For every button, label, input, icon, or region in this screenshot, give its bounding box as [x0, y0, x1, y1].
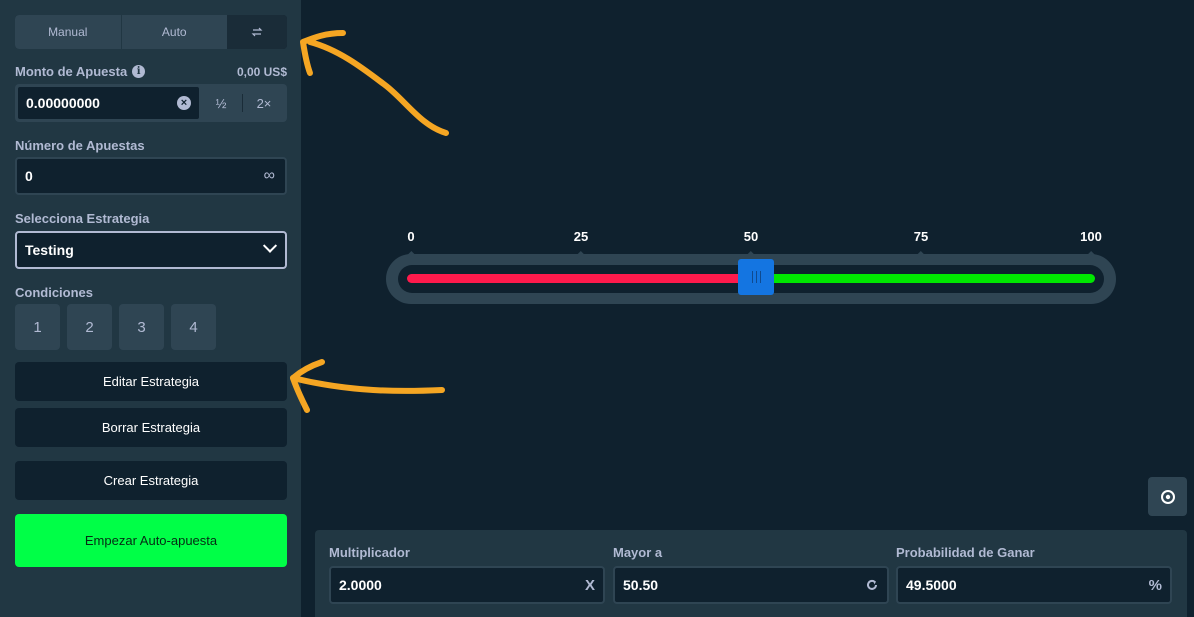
- strategy-label: Selecciona Estrategia: [15, 211, 150, 226]
- refresh-icon[interactable]: [865, 578, 879, 592]
- start-autobet-button[interactable]: Empezar Auto-apuesta: [15, 514, 287, 567]
- win-chance-label: Probabilidad de Ganar: [896, 545, 1035, 560]
- tick-label: 50: [744, 229, 758, 255]
- win-chance-input[interactable]: 49.5000 %: [896, 566, 1172, 604]
- tab-swap[interactable]: [227, 15, 287, 49]
- delete-strategy-button[interactable]: Borrar Estrategia: [15, 408, 287, 447]
- multiplier-value: 2.0000: [339, 577, 382, 593]
- num-bets-input[interactable]: 0 ∞: [15, 157, 287, 195]
- condition-button-1[interactable]: 1: [15, 304, 60, 350]
- swap-arrows-icon: [251, 27, 263, 37]
- double-button[interactable]: 2×: [243, 86, 285, 120]
- slider-handle[interactable]: [738, 259, 775, 295]
- win-chance-field: Probabilidad de Ganar 49.5000 %: [896, 545, 1172, 604]
- multiplier-label: Multiplicador: [329, 545, 410, 560]
- slider-lose-bar: [407, 274, 755, 283]
- slider-win-bar: [754, 274, 1095, 283]
- condition-button-2[interactable]: 2: [67, 304, 112, 350]
- sidebar: Manual Auto Monto de Apuesta i 0,00 US$ …: [0, 0, 301, 617]
- target-icon: [1160, 489, 1175, 504]
- conditions-label: Condiciones: [15, 285, 94, 300]
- percent-icon: %: [1148, 576, 1162, 594]
- condition-button-4[interactable]: 4: [171, 304, 216, 350]
- bet-amount-label-row: Monto de Apuesta i 0,00 US$: [15, 64, 287, 79]
- tick-label: 0: [406, 229, 415, 255]
- tick-label: 100: [1080, 229, 1102, 255]
- half-button[interactable]: ½: [200, 86, 242, 120]
- bet-balance: 0,00 US$: [236, 64, 287, 79]
- roll-over-field: Mayor a 50.50: [613, 545, 889, 604]
- arrow-annotation-middle: [290, 359, 445, 413]
- multiplier-field: Multiplicador 2.0000 X: [329, 545, 605, 604]
- roll-over-label: Mayor a: [613, 545, 663, 560]
- chevron-down-icon: [262, 238, 278, 253]
- tick-label: 75: [914, 229, 928, 255]
- conditions-row: 1 2 3 4: [15, 304, 216, 350]
- instant-bet-button[interactable]: [1148, 477, 1187, 516]
- num-bets-value: 0: [25, 168, 33, 184]
- strategy-select[interactable]: Testing: [15, 231, 287, 269]
- create-strategy-button[interactable]: Crear Estrategia: [15, 461, 287, 500]
- roll-over-value: 50.50: [623, 577, 659, 593]
- arrow-annotation-top: [300, 30, 449, 136]
- info-icon[interactable]: i: [132, 65, 146, 78]
- bet-amount-input[interactable]: 0.00000000 ×: [17, 86, 200, 120]
- bet-amount-value: 0.00000000: [26, 95, 100, 111]
- condition-button-3[interactable]: 3: [119, 304, 164, 350]
- bet-amount-label: Monto de Apuesta: [15, 64, 128, 79]
- bet-amount-field: 0.00000000 × ½ 2×: [15, 84, 287, 122]
- tab-manual[interactable]: Manual: [15, 15, 122, 49]
- multiplier-input[interactable]: 2.0000 X: [329, 566, 605, 604]
- bottom-panel: Multiplicador 2.0000 X Mayor a 50.50 Pro…: [315, 530, 1187, 617]
- strategy-value: Testing: [25, 242, 74, 258]
- clear-icon[interactable]: ×: [177, 96, 191, 110]
- win-chance-value: 49.5000: [906, 577, 957, 593]
- roll-over-input[interactable]: 50.50: [613, 566, 889, 604]
- mode-tabs: Manual Auto: [15, 15, 287, 49]
- tick-label: 25: [574, 229, 588, 255]
- multiplier-x-icon: X: [584, 576, 595, 594]
- num-bets-label: Número de Apuestas: [15, 138, 145, 153]
- infinity-icon[interactable]: ∞: [264, 167, 275, 185]
- tab-auto[interactable]: Auto: [121, 15, 227, 49]
- edit-strategy-button[interactable]: Editar Estrategia: [15, 362, 287, 401]
